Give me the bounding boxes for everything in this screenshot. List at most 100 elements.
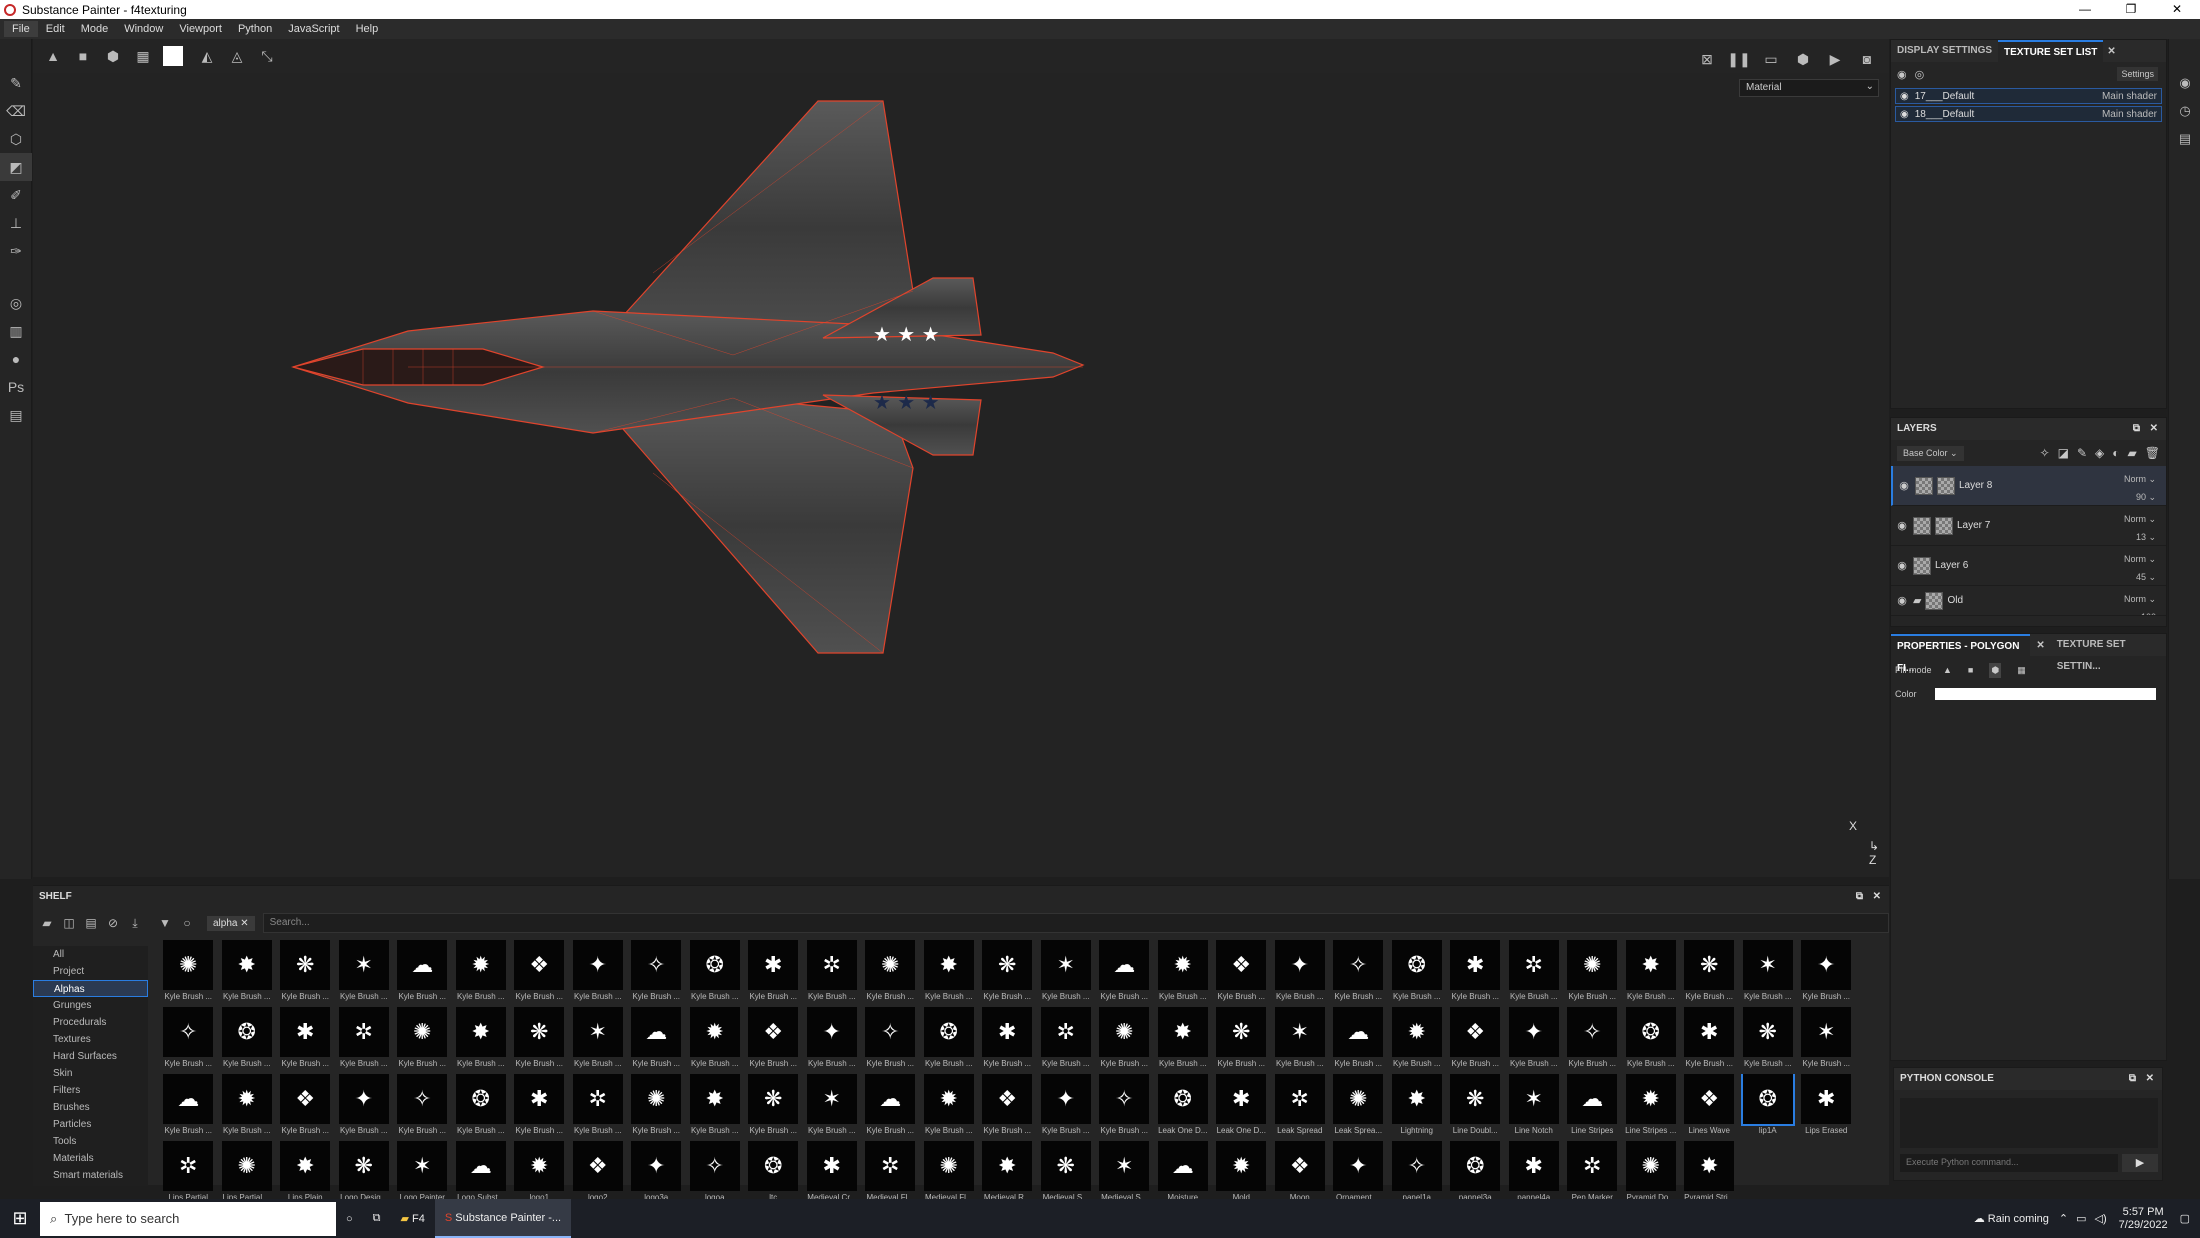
alpha-thumbnail[interactable]: ❂ lip1A: [1739, 1074, 1798, 1141]
alpha-thumbnail[interactable]: ✶ Kyle Brush ...: [1739, 940, 1798, 1007]
alpha-thumbnail[interactable]: ✲ Kyle Brush ...: [1037, 1007, 1096, 1074]
alpha-thumbnail[interactable]: ✺ Kyle Brush ...: [159, 940, 218, 1007]
alpha-thumbnail[interactable]: ✱ Kyle Brush ...: [1446, 940, 1505, 1007]
alpha-thumbnail[interactable]: ✲ Leak Spread: [1271, 1074, 1330, 1141]
alpha-thumbnail[interactable]: ❖ Lines Wave: [1680, 1074, 1739, 1141]
alpha-thumbnail[interactable]: ✺ Kyle Brush ...: [861, 940, 920, 1007]
alpha-thumbnail[interactable]: ☁ Kyle Brush ...: [159, 1074, 218, 1141]
symmetry-off-icon[interactable]: ◬: [223, 42, 251, 70]
view-2d-icon[interactable]: ▭: [1757, 45, 1785, 73]
alpha-thumbnail[interactable]: ✺ Medieval Fl...: [920, 1141, 979, 1208]
close-icon[interactable]: ✕: [1873, 886, 1881, 908]
hide-ui-icon[interactable]: ⊠: [1693, 45, 1721, 73]
alpha-thumbnail[interactable]: ❋ Kyle Brush ...: [276, 940, 335, 1007]
settings-dropdown[interactable]: Settings: [2117, 67, 2158, 81]
alpha-thumbnail[interactable]: ✦ logo3a: [627, 1141, 686, 1208]
python-command-input[interactable]: Execute Python command...: [1900, 1154, 2118, 1172]
add-smart-material-icon[interactable]: ◐: [2112, 446, 2119, 460]
alpha-thumbnail[interactable]: ✧ Kyle Brush ...: [861, 1007, 920, 1074]
eraser-icon[interactable]: ⌫: [0, 97, 32, 125]
alpha-thumbnail[interactable]: ❋ Kyle Brush ...: [1739, 1007, 1798, 1074]
alpha-thumbnail[interactable]: ✺ Leak Sprea...: [1329, 1074, 1388, 1141]
alpha-thumbnail[interactable]: ✧ Kyle Brush ...: [393, 1074, 452, 1141]
alpha-thumbnail[interactable]: ✺ Kyle Brush ...: [1563, 940, 1622, 1007]
log-icon[interactable]: ▤: [2169, 125, 2200, 153]
alpha-thumbnail[interactable]: ☁ Logo Subst...: [452, 1141, 511, 1208]
alpha-thumbnail[interactable]: ✺ Kyle Brush ...: [1095, 1007, 1154, 1074]
tab-texture-set-settings[interactable]: TEXTURE SET SETTIN...: [2051, 634, 2166, 672]
alpha-thumbnail[interactable]: ❂ Kyle Brush ...: [920, 1007, 979, 1074]
task-view-icon[interactable]: ⧉: [363, 1199, 391, 1238]
alpha-thumbnail[interactable]: ❂ Kyle Brush ...: [1388, 940, 1447, 1007]
alpha-thumbnail[interactable]: ❂ Kyle Brush ...: [686, 940, 745, 1007]
alpha-thumbnail[interactable]: ☁ Kyle Brush ...: [861, 1074, 920, 1141]
shelf-list-icon[interactable]: ▤: [81, 913, 101, 933]
shelf-category[interactable]: Tools: [33, 1133, 148, 1150]
alpha-thumbnail[interactable]: ❂ Kyle Brush ...: [1622, 1007, 1681, 1074]
close-icon[interactable]: ✕: [2146, 1068, 2154, 1090]
eye-icon[interactable]: ◉: [1891, 594, 1913, 607]
clock[interactable]: 5:57 PM 7/29/2022: [2119, 1206, 2168, 1232]
alpha-thumbnail[interactable]: ✺ Pyramid Do...: [1622, 1141, 1681, 1208]
alpha-thumbnail[interactable]: ✱ Medieval Cr...: [803, 1141, 862, 1208]
shelf-search-input[interactable]: Search...: [262, 913, 1889, 933]
new-shelf-icon[interactable]: ◫: [59, 913, 79, 933]
alpha-thumbnail[interactable]: ✧ Kyle Brush ...: [159, 1007, 218, 1074]
alpha-thumbnail[interactable]: ✸ Kyle Brush ...: [452, 1007, 511, 1074]
alpha-thumbnail[interactable]: ✺ Lips Partial ...: [218, 1141, 277, 1208]
minimize-button[interactable]: —: [2062, 0, 2108, 19]
projection-icon[interactable]: ⬡: [0, 125, 32, 153]
lock-icon[interactable]: ●: [0, 345, 32, 373]
network-icon[interactable]: ▭: [2076, 1212, 2086, 1225]
alpha-thumbnail[interactable]: ✸ Kyle Brush ...: [218, 940, 277, 1007]
alpha-thumbnail[interactable]: ✱ pannel4a: [1505, 1141, 1564, 1208]
menu-window[interactable]: Window: [116, 21, 171, 37]
menu-edit[interactable]: Edit: [38, 21, 73, 37]
alpha-thumbnail[interactable]: ✧ Kyle Brush ...: [627, 940, 686, 1007]
notifications-icon[interactable]: ▢: [2180, 1212, 2190, 1225]
weather-text[interactable]: Rain coming: [1988, 1213, 2049, 1225]
alpha-thumbnail[interactable]: ❋ Kyle Brush ...: [510, 1007, 569, 1074]
layer-row[interactable]: ◉ Layer 7 Norm ⌄ 13 ⌄: [1891, 506, 2166, 546]
alpha-thumbnail[interactable]: ✱ Kyle Brush ...: [744, 940, 803, 1007]
alpha-thumbnail[interactable]: ✲ Kyle Brush ...: [803, 940, 862, 1007]
eye-icon[interactable]: ◉: [1900, 109, 1909, 120]
alpha-thumbnail[interactable]: ☁ Moisture: [1154, 1141, 1213, 1208]
shelf-category[interactable]: Particles: [33, 1116, 148, 1133]
shelf-category[interactable]: Skin: [33, 1065, 148, 1082]
alpha-thumbnail[interactable]: ✲ Medieval Fl...: [861, 1141, 920, 1208]
close-tab-icon[interactable]: ✕: [2036, 640, 2044, 651]
alpha-thumbnail[interactable]: ✲ Kyle Brush ...: [569, 1074, 628, 1141]
alpha-thumbnail[interactable]: ✦ Kyle Brush ...: [1505, 1007, 1564, 1074]
alpha-thumbnail[interactable]: ✹ Kyle Brush ...: [1154, 940, 1213, 1007]
alpha-thumbnail[interactable]: ❋ Kyle Brush ...: [1680, 940, 1739, 1007]
mesh-triangle-icon[interactable]: ▲: [39, 42, 67, 70]
alpha-thumbnail[interactable]: ❖ logo2: [569, 1141, 628, 1208]
alpha-thumbnail[interactable]: ✱ Kyle Brush ...: [978, 1007, 1037, 1074]
alpha-thumbnail[interactable]: ✦ Kyle Brush ...: [569, 940, 628, 1007]
shelf-category[interactable]: Textures: [33, 1031, 148, 1048]
alpha-thumbnail[interactable]: ✧ Kyle Brush ...: [1563, 1007, 1622, 1074]
alpha-thumbnail[interactable]: ✶ Kyle Brush ...: [335, 940, 394, 1007]
alpha-thumbnail[interactable]: ✶ Medieval S...: [1095, 1141, 1154, 1208]
alpha-thumbnail[interactable]: ❂ pannel3a: [1446, 1141, 1505, 1208]
alpha-thumbnail[interactable]: ✱ Kyle Brush ...: [1680, 1007, 1739, 1074]
eye-icon[interactable]: ◉: [1893, 479, 1915, 492]
shelf-category[interactable]: All: [33, 946, 148, 963]
taskbar-search[interactable]: ⌕ Type here to search: [40, 1201, 336, 1236]
filter-circle-icon[interactable]: ○: [177, 913, 197, 933]
menu-help[interactable]: Help: [348, 21, 387, 37]
alpha-thumbnail[interactable]: ✦ Kyle Brush ...: [1797, 940, 1856, 1007]
alpha-thumbnail[interactable]: ✦ Kyle Brush ...: [1037, 1074, 1096, 1141]
tab-display-settings[interactable]: DISPLAY SETTINGS: [1891, 40, 1998, 62]
shelf-category[interactable]: Procedurals: [33, 1014, 148, 1031]
alpha-thumbnail[interactable]: ☁ Line Stripes: [1563, 1074, 1622, 1141]
shelf-category[interactable]: Grunges: [33, 997, 148, 1014]
polygon-fill-icon[interactable]: ◩: [0, 153, 32, 181]
smudge-icon[interactable]: ✐: [0, 181, 32, 209]
menu-python[interactable]: Python: [230, 21, 280, 37]
alpha-thumbnail[interactable]: ✶ Kyle Brush ...: [1797, 1007, 1856, 1074]
shelf-category[interactable]: Smart materials: [33, 1167, 148, 1184]
float-icon[interactable]: ⧉: [2133, 418, 2140, 440]
alpha-thumbnail[interactable]: ❂ Kyle Brush ...: [218, 1007, 277, 1074]
